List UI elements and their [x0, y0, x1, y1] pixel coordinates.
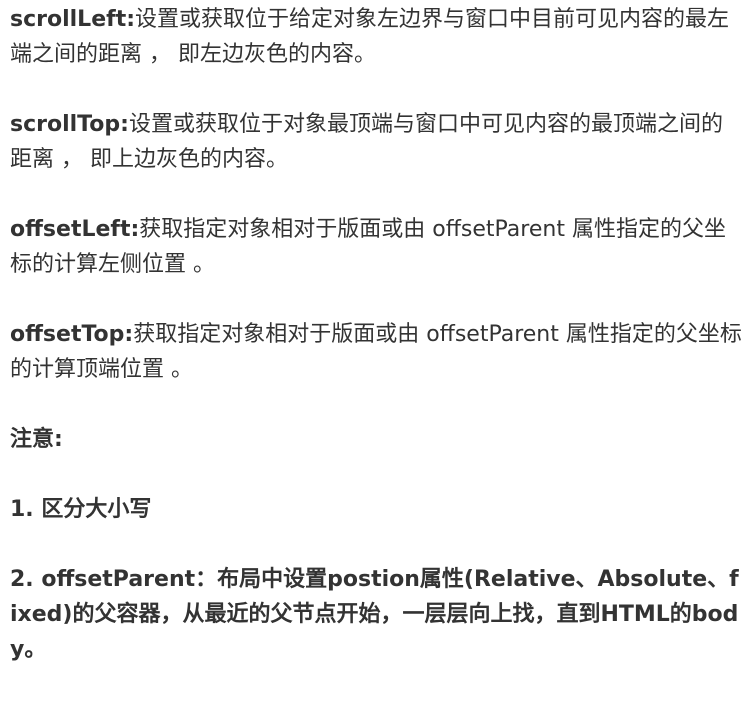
term-offsettop: offsetTop: [10, 322, 134, 347]
definition-scrolltop: scrollTop:设置或获取位于对象最顶端与窗口中可见内容的最顶端之间的距离 … [10, 107, 742, 177]
definition-offsettop: offsetTop:获取指定对象相对于版面或由 offsetParent 属性指… [10, 317, 742, 387]
definition-offsetleft: offsetLeft:获取指定对象相对于版面或由 offsetParent 属性… [10, 212, 742, 282]
note-item-2: 2. offsetParent：布局中设置postion属性(Relative、… [10, 567, 739, 662]
term-scrolltop: scrollTop: [10, 112, 129, 137]
definition-scrollleft: scrollLeft:设置或获取位于给定对象左边界与窗口中目前可见内容的最左端之… [10, 2, 742, 72]
term-offsetleft: offsetLeft: [10, 217, 140, 242]
document-body: scrollLeft:设置或获取位于给定对象左边界与窗口中目前可见内容的最左端之… [0, 0, 752, 702]
term-scrollleft: scrollLeft: [10, 7, 136, 32]
note-title: 注意: [10, 427, 63, 452]
note-item-1: 1. 区分大小写 [10, 497, 152, 522]
